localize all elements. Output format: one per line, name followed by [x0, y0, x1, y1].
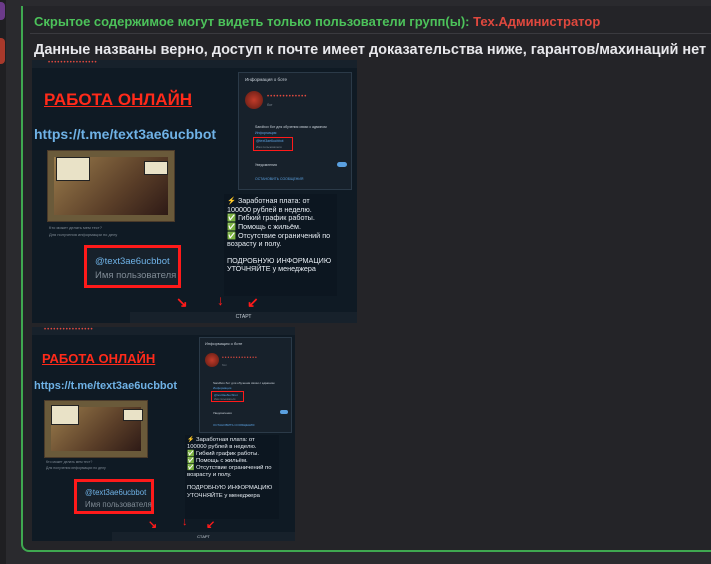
- offer-line: УТОЧНЯЙТЕ у менеджера: [187, 492, 260, 499]
- bot-handle: @text3ae6ucbbot: [85, 488, 147, 497]
- arrow-icon: ↙: [247, 294, 259, 310]
- hidden-content-notice: Скрытое содержимое могут видеть только п…: [34, 14, 600, 29]
- offer-line: возрасту и полу.: [187, 472, 232, 479]
- bot-info-panel: Информация о боте ••••••••••••• бот Sand…: [199, 337, 292, 433]
- handle-highlight[interactable]: @text3ae6ucbbot Имя пользователя: [84, 245, 181, 288]
- meme-image: [47, 150, 175, 222]
- bot-panel-title: Информация о боте: [245, 77, 288, 82]
- meme-caption: Кто может делать мем тест?: [46, 460, 93, 464]
- meme-caption-2: Для получения информации по делу: [49, 232, 118, 237]
- meme-bubble: [144, 161, 168, 175]
- meme-image: [44, 400, 148, 458]
- username-highlight: @text3ae6ucbbot Имя пользователя: [253, 137, 293, 151]
- bot-description: Sandbox бот для обучения связи с админом: [213, 381, 275, 385]
- notifications-label: Уведомления: [213, 411, 232, 415]
- evidence-screenshot-2[interactable]: •••••••••••••••• РАБОТА ОНЛАЙН https://t…: [32, 327, 295, 541]
- arrow-icon: ↓: [182, 516, 188, 528]
- handle-highlight[interactable]: @text3ae6ucbbot Имя пользователя: [74, 479, 154, 514]
- notifications-toggle[interactable]: [280, 410, 288, 414]
- ad-title: РАБОТА ОНЛАЙН: [42, 351, 156, 366]
- evidence-screenshot-1[interactable]: •••••••••••••••• РАБОТА ОНЛАЙН https://t…: [32, 60, 357, 323]
- offer-message: ⚡ Заработная плата: от 100000 рублей в н…: [185, 435, 279, 519]
- bot-avatar: [205, 353, 219, 367]
- bot-description: Sandbox бот для обучения связи с админом: [255, 125, 327, 129]
- notifications-label: Уведомления: [255, 163, 277, 167]
- meme-caption: Кто может делать мем тест?: [49, 225, 102, 230]
- ad-title: РАБОТА ОНЛАЙН: [44, 90, 193, 109]
- hidden-notice-group[interactable]: Тех.Администратор: [473, 14, 600, 29]
- bot-handle-sub: Имя пользователя: [95, 270, 177, 281]
- bot-link: https://t.me/text3ae6ucbbot: [34, 380, 178, 392]
- meme-bubble: [123, 409, 143, 421]
- bot-info-panel: Информация о боте ••••••••••••• бот Sand…: [238, 72, 352, 190]
- start-button[interactable]: СТАРТ: [112, 532, 295, 541]
- offer-line: ✅ Отсутствие ограничений по: [187, 465, 272, 472]
- bot-name-stars: •••••••••••••: [222, 355, 258, 361]
- bot-handle-sub: Имя пользователя: [85, 500, 152, 509]
- username-highlight: @text3ae6ucbbot Имя пользователя: [211, 391, 244, 402]
- meme-bubble: [51, 405, 79, 425]
- panel-username-sub: Имя пользователя: [214, 398, 236, 401]
- divider: [30, 33, 711, 34]
- hidden-notice-text: Скрытое содержимое могут видеть только п…: [34, 14, 470, 29]
- bot-avatar: [245, 91, 263, 109]
- offer-line: возрасту и полу.: [227, 239, 282, 249]
- bot-description-sub: Информация: [213, 386, 232, 390]
- bot-link: https://t.me/text3ae6ucbbot: [34, 126, 217, 142]
- panel-username: @text3ae6ucbbot: [256, 139, 284, 143]
- arrow-icon: ↙: [206, 519, 216, 531]
- notifications-toggle[interactable]: [337, 162, 347, 167]
- chat-header-stars: ••••••••••••••••: [44, 327, 94, 333]
- bot-handle: @text3ae6ucbbot: [95, 256, 170, 267]
- chat-header-stars: ••••••••••••••••: [48, 60, 98, 66]
- panel-username-sub: Имя пользователя: [256, 145, 282, 149]
- meme-bubble: [56, 157, 90, 181]
- arrow-icon: ↘: [148, 519, 158, 531]
- rail-tab-purple[interactable]: [0, 2, 5, 20]
- bot-status: бот: [267, 103, 273, 107]
- left-rail: [0, 0, 6, 564]
- arrow-icon: ↓: [217, 292, 224, 308]
- stop-messages-link[interactable]: ОСТАНОВИТЬ СООБЩЕНИЯ: [213, 423, 254, 427]
- offer-line: УТОЧНЯЙТЕ у менеджера: [227, 264, 316, 274]
- panel-username: @text3ae6ucbbot: [214, 393, 238, 397]
- bot-name-stars: •••••••••••••: [267, 94, 308, 100]
- rail-tab-red[interactable]: [0, 38, 5, 64]
- offer-line: ПОДРОБНУЮ ИНФОРМАЦИЮ: [187, 485, 273, 492]
- bot-status: бот: [222, 363, 227, 367]
- meme-caption-2: Для получения информации по делу: [46, 466, 106, 470]
- bot-panel-title: Информация о боте: [205, 341, 243, 346]
- offer-message: ⚡ Заработная плата: от 100000 рублей в н…: [224, 194, 337, 296]
- post-text: Данные названы верно, доступ к почте име…: [34, 42, 707, 58]
- arrow-icon: ↘: [176, 294, 188, 310]
- stop-messages-link[interactable]: ОСТАНОВИТЬ СООБЩЕНИЯ: [255, 177, 303, 181]
- bot-description-sub: Информация: [255, 131, 277, 135]
- start-button[interactable]: СТАРТ: [130, 312, 357, 323]
